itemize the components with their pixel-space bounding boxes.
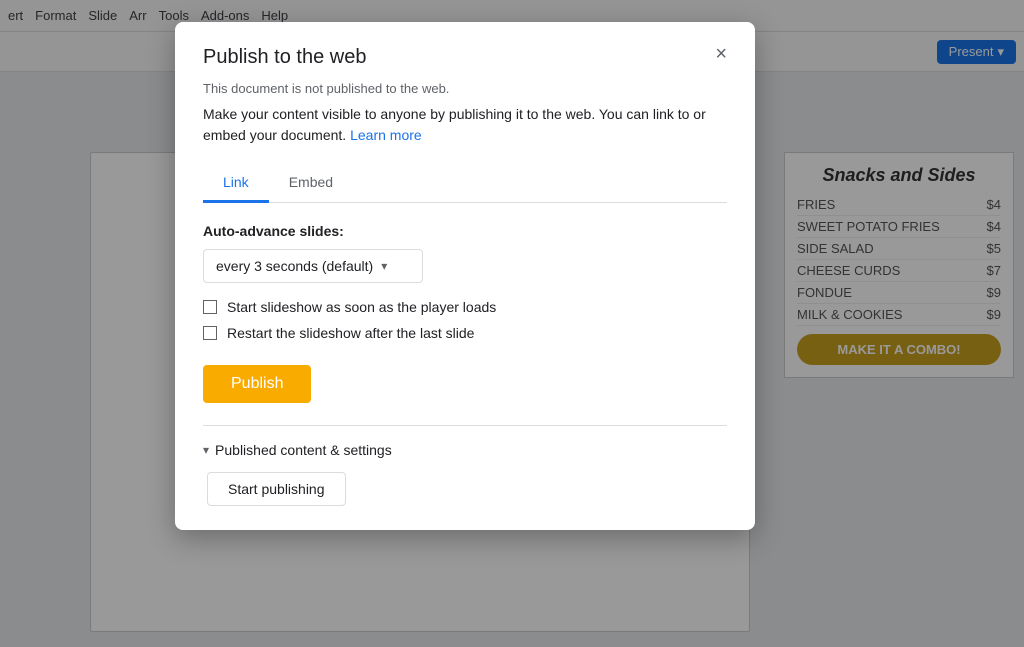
checkbox-restart-slideshow[interactable]: Restart the slideshow after the last sli… (203, 325, 727, 341)
not-published-text: This document is not published to the we… (203, 81, 727, 96)
dialog-description: Make your content visible to anyone by p… (203, 104, 727, 146)
dialog-close-button[interactable]: × (715, 44, 727, 64)
dialog-divider (203, 425, 727, 426)
dropdown-arrow-icon: ▾ (381, 259, 387, 273)
tab-link[interactable]: Link (203, 164, 269, 203)
published-content-label: Published content & settings (215, 442, 392, 458)
description-text: Make your content visible to anyone by p… (203, 106, 706, 143)
checkbox-start-slideshow-box[interactable] (203, 300, 217, 314)
checkbox-start-slideshow[interactable]: Start slideshow as soon as the player lo… (203, 299, 727, 315)
chevron-down-icon: ▾ (203, 443, 209, 457)
dialog-tabs: Link Embed (203, 164, 727, 203)
publish-button[interactable]: Publish (203, 365, 311, 403)
published-content-row[interactable]: ▾ Published content & settings (203, 442, 727, 458)
auto-advance-label: Auto-advance slides: (203, 223, 727, 239)
auto-advance-value: every 3 seconds (default) (216, 258, 373, 274)
tab-embed[interactable]: Embed (269, 164, 353, 203)
checkbox-restart-slideshow-label: Restart the slideshow after the last sli… (227, 325, 474, 341)
dialog-title: Publish to the web (203, 46, 366, 69)
learn-more-link[interactable]: Learn more (350, 127, 422, 143)
start-publishing-button[interactable]: Start publishing (207, 472, 346, 506)
dialog-header: Publish to the web × (203, 46, 727, 69)
auto-advance-dropdown[interactable]: every 3 seconds (default) ▾ (203, 249, 423, 283)
checkbox-restart-slideshow-box[interactable] (203, 326, 217, 340)
publish-to-web-dialog: Publish to the web × This document is no… (175, 22, 755, 530)
checkbox-start-slideshow-label: Start slideshow as soon as the player lo… (227, 299, 496, 315)
